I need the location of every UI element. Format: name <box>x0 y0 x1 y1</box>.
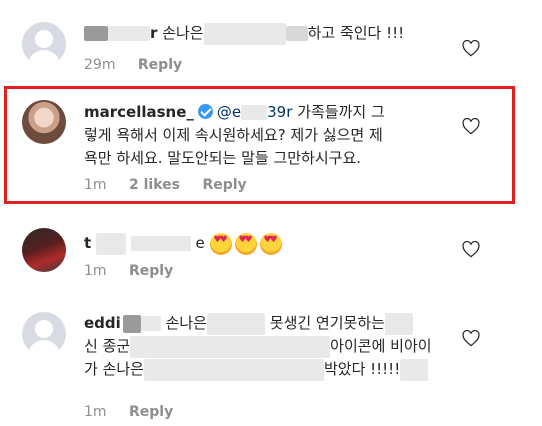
comment-username[interactable]: r <box>150 24 157 42</box>
redacted-text <box>206 312 265 335</box>
comment-username[interactable]: eddi <box>84 314 121 332</box>
redacted-text <box>400 358 429 381</box>
avatar[interactable] <box>22 228 66 272</box>
comment-body-line2a: 신 종군 <box>84 337 131 355</box>
reply-button[interactable]: Reply <box>138 57 182 73</box>
comment-body-line2: 렇게 욕해서 이제 속시원하세요? 제가 싫으면 제 <box>84 126 383 144</box>
comment-text: eddi 손나은 못생긴 연기못하는 신 종군 아이콘에 비아이 가 손나은 박았다… <box>84 312 464 381</box>
comment-body: 손나은 <box>162 24 204 42</box>
redacted-mention <box>241 105 268 120</box>
comment-body-line3b: 박았다 !!!!! <box>323 360 401 378</box>
comment-body-end: 하고 죽인다 !!! <box>307 24 405 42</box>
heart-eyes-emoji-icon <box>234 232 257 255</box>
likes-count[interactable]: 2 likes <box>129 177 180 193</box>
reply-button[interactable]: Reply <box>129 263 173 279</box>
reply-button[interactable]: Reply <box>129 404 173 420</box>
heart-eyes-emoji-icon <box>259 232 282 255</box>
redacted-text <box>285 26 308 41</box>
redacted-text <box>203 22 286 45</box>
comment-time: 1m <box>84 263 107 279</box>
redacted-text <box>130 335 331 358</box>
comment-time: 29m <box>84 57 116 73</box>
heart-icon[interactable] <box>462 40 480 57</box>
comment-body-line1: 가족들까지 그 <box>297 103 385 121</box>
redacted-username <box>130 236 191 251</box>
comment-text: marcellasne_ @e 39r 가족들까지 그 렇게 욕해서 이제 속시원하… <box>84 101 464 170</box>
comment-body-line1a: 손나은 <box>165 314 207 332</box>
redacted-username <box>140 316 161 331</box>
comment-item: r 손나은 하고 죽인다 !!! 29m Reply <box>0 0 542 82</box>
comment-item: eddi 손나은 못생긴 연기못하는 신 종군 아이콘에 비아이 가 손나은 박았다… <box>0 298 542 426</box>
heart-icon[interactable] <box>462 241 480 258</box>
mention-end: 39r <box>267 103 293 121</box>
comment-text: t e <box>84 232 464 255</box>
comment-time: 1m <box>84 404 107 420</box>
mention-start: @e <box>216 103 242 121</box>
redacted-username <box>108 26 150 41</box>
comment-body-line1b: 못생긴 연기못하는 <box>269 314 385 332</box>
reply-button[interactable]: Reply <box>202 177 246 193</box>
heart-icon[interactable] <box>462 330 480 347</box>
comment-body-line2b: 아이콘에 비아이 <box>330 337 432 355</box>
comment-body-line3a: 가 손나은 <box>84 360 144 378</box>
comment-time: 1m <box>84 177 107 193</box>
comment-item: t e 1m Reply <box>0 218 542 288</box>
avatar[interactable] <box>22 312 66 356</box>
comment-body-line3: 욕만 하세요. 말도안되는 말들 그만하시구요. <box>84 149 362 167</box>
redacted-username <box>84 26 108 41</box>
heart-eyes-emoji-icon <box>209 232 232 255</box>
comment-meta: 29m Reply <box>84 57 200 73</box>
redacted-username <box>95 232 126 255</box>
comment-meta: 1m Reply <box>84 404 191 420</box>
comment-item-highlighted: marcellasne_ @e 39r 가족들까지 그 렇게 욕해서 이제 속시원하… <box>0 86 542 204</box>
verified-badge-icon <box>197 104 213 119</box>
redacted-text <box>143 358 324 381</box>
redacted-username <box>122 314 141 333</box>
comment-username[interactable]: marcellasne_ <box>84 103 194 121</box>
comment-text: r 손나은 하고 죽인다 !!! <box>84 22 464 45</box>
avatar[interactable] <box>22 100 66 144</box>
comment-username-tail: e <box>195 234 205 252</box>
comment-meta: 1m 2 likes Reply <box>84 177 265 193</box>
comment-username[interactable]: t <box>84 234 91 252</box>
heart-icon[interactable] <box>462 118 480 135</box>
comment-meta: 1m Reply <box>84 263 191 279</box>
avatar[interactable] <box>22 22 66 66</box>
redacted-text <box>384 312 413 335</box>
mention-link[interactable]: @e 39r <box>217 103 293 121</box>
